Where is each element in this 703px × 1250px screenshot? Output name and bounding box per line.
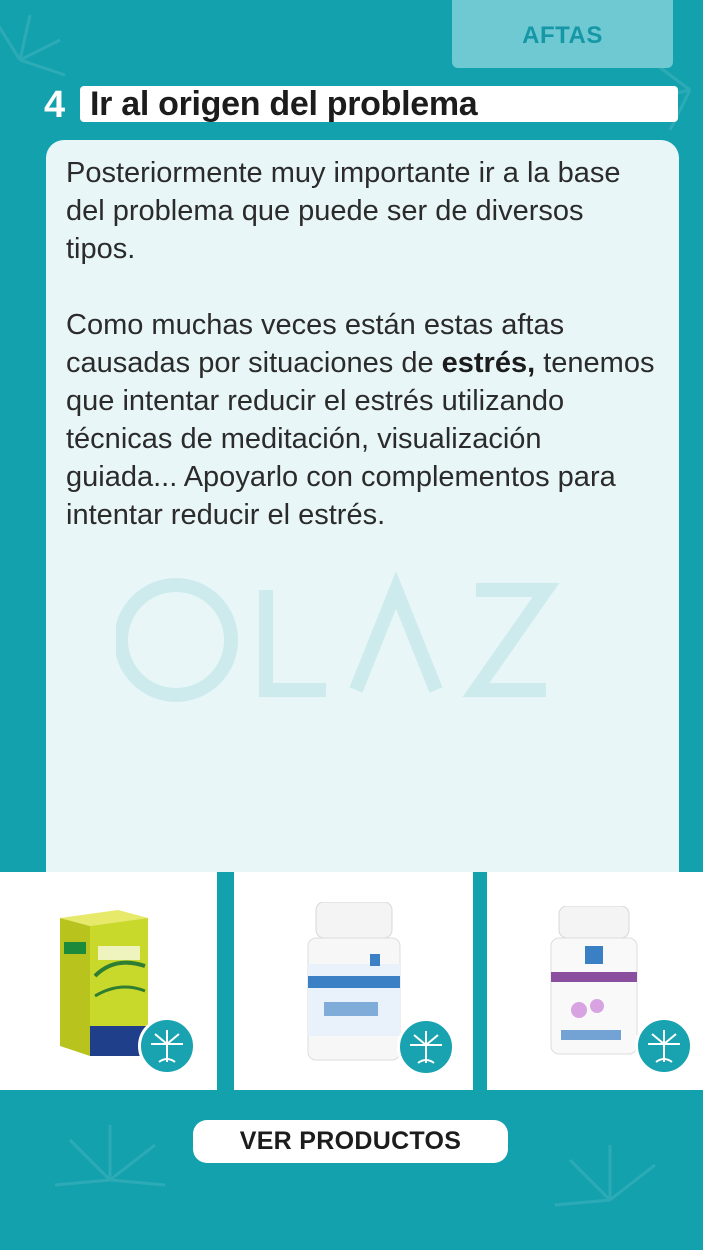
dandelion-icon <box>635 1017 693 1075</box>
product-card-resiliens[interactable] <box>0 872 217 1090</box>
product-card-vectiseren[interactable] <box>487 872 703 1090</box>
step-title-bar: Ir al origen del problema <box>80 84 678 123</box>
paragraph-stress: Como muchas veces están estas aftas caus… <box>66 306 659 534</box>
product-card-ergystress[interactable] <box>234 872 473 1090</box>
step-number: 4 <box>44 84 66 126</box>
page-title: Ir al origen del problema <box>90 84 478 123</box>
category-tag[interactable]: AFTAS <box>452 0 673 68</box>
paragraph-intro: Posteriormente muy importante ir a la ba… <box>66 157 621 265</box>
category-tag-label: AFTAS <box>522 22 603 49</box>
dandelion-icon <box>138 1017 196 1075</box>
product-divider <box>217 872 234 1090</box>
stress-highlight: estrés, <box>441 347 536 379</box>
vectiseren-jar-image <box>550 906 638 1055</box>
view-products-button[interactable]: VER PRODUCTOS <box>193 1120 508 1163</box>
watermark-logo <box>116 571 560 702</box>
dandelion-icon <box>397 1018 455 1076</box>
product-divider <box>473 872 487 1090</box>
ergystress-jar-image <box>307 902 401 1061</box>
resiliens-box-image <box>60 910 148 1056</box>
view-products-label: VER PRODUCTOS <box>239 1127 462 1155</box>
